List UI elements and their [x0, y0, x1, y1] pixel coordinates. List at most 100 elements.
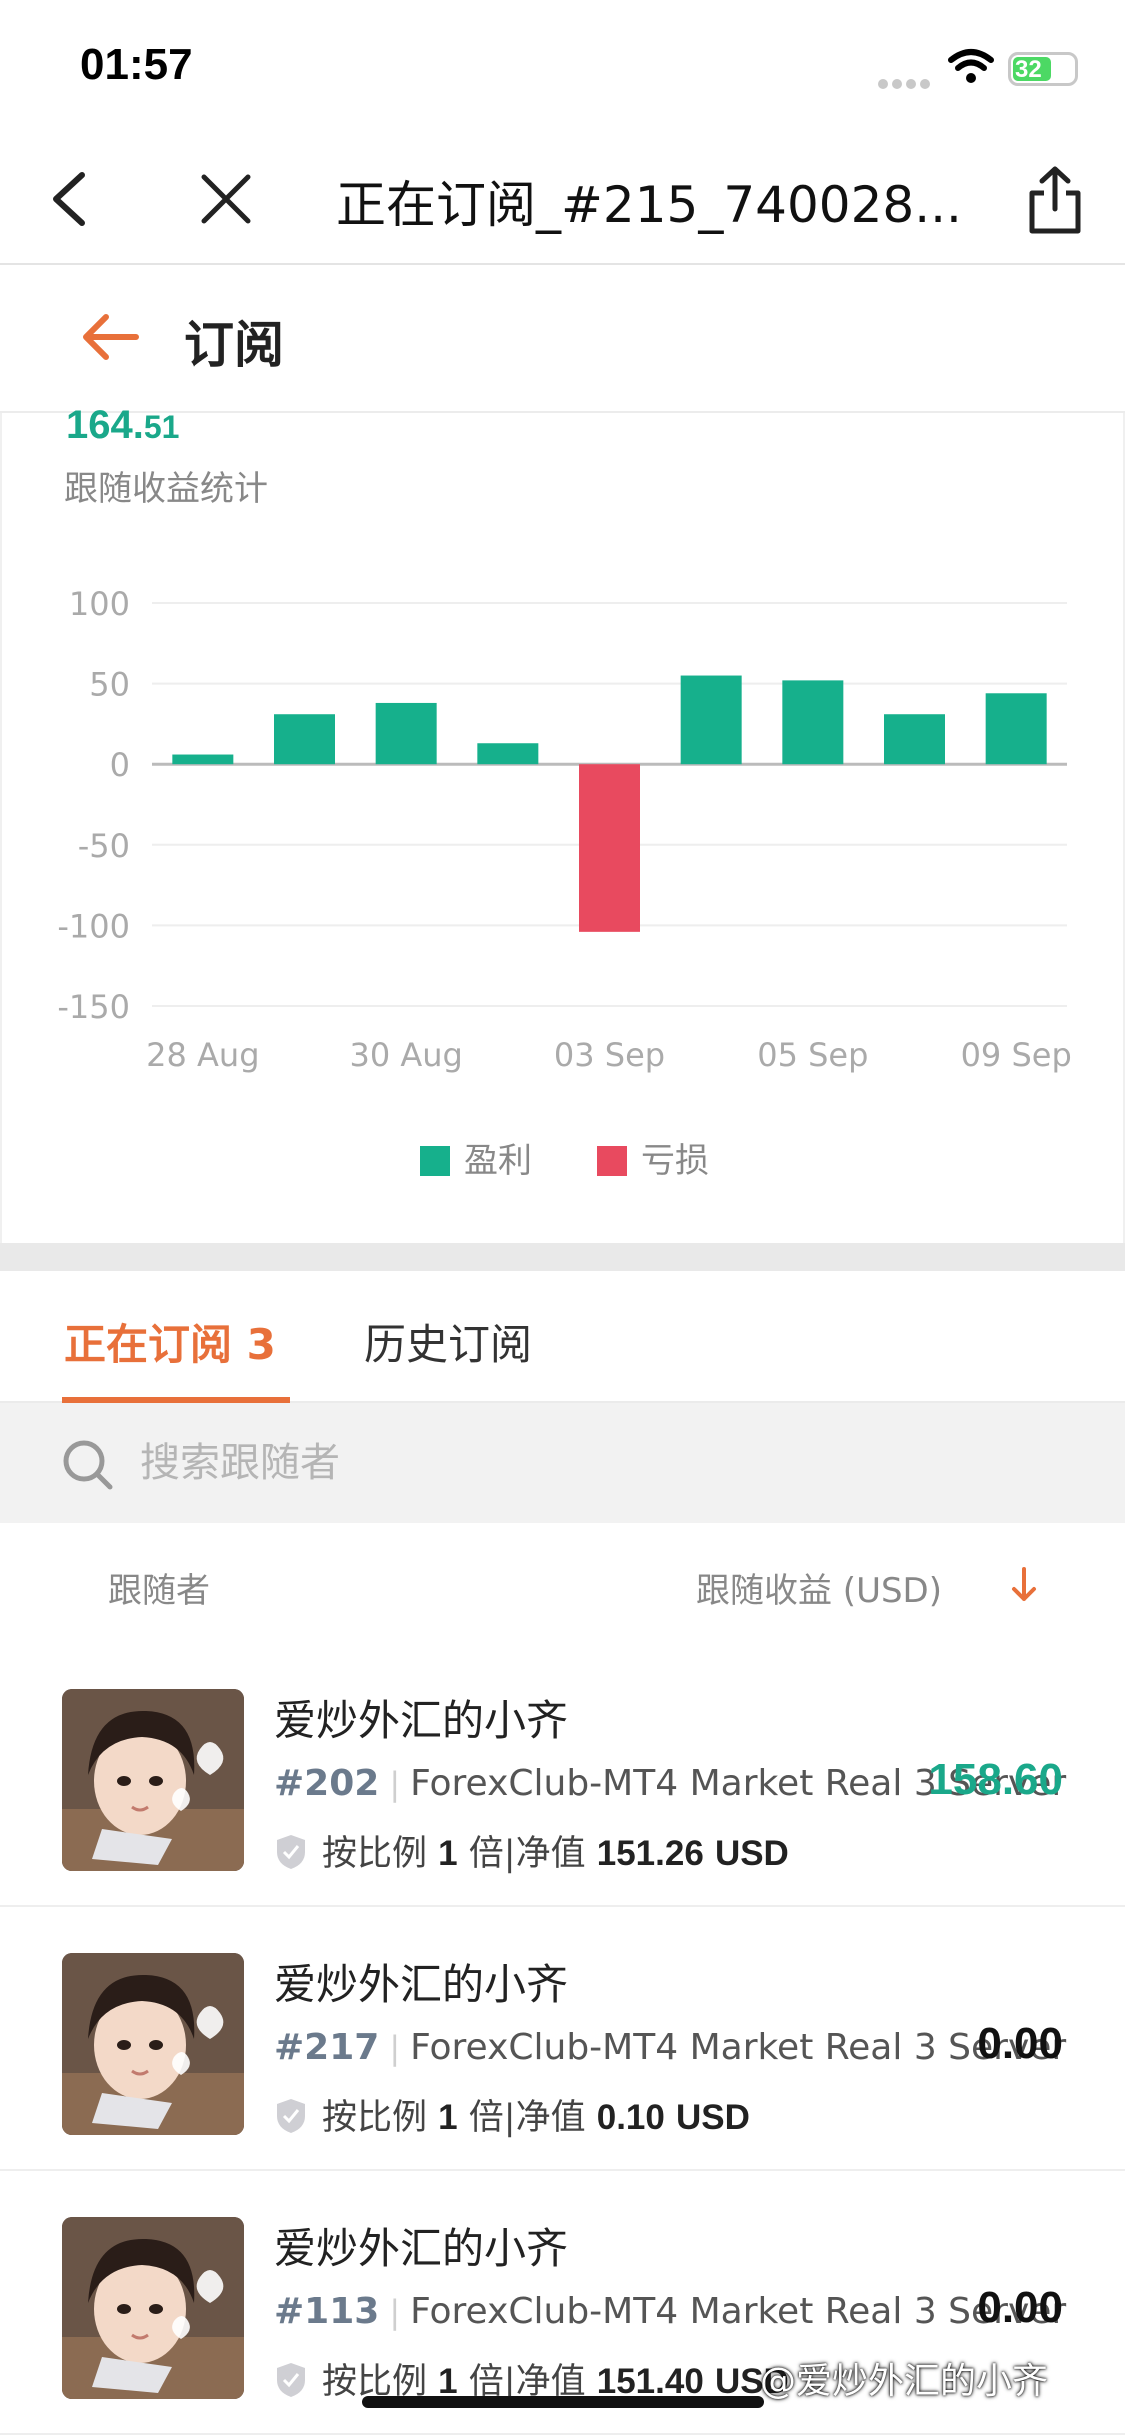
total-profit-dec: 51 [143, 409, 180, 445]
multiplier-unit: 倍 [468, 2098, 504, 2138]
legend-item-profit: 盈利 [419, 1133, 532, 1182]
equity-currency: USD [676, 2098, 750, 2137]
legend-swatch-loss [597, 1146, 628, 1176]
copy-multiplier: 1 [438, 1834, 458, 1873]
x-tick-label: 05 Sep [757, 1036, 868, 1074]
x-tick-label: 30 Aug [349, 1036, 462, 1074]
list-header: 跟随者 跟随收益 (USD) [0, 1523, 1125, 1643]
search-bar [0, 1403, 1125, 1523]
share-icon[interactable] [1020, 163, 1090, 239]
y-tick-label: 50 [89, 666, 130, 704]
chart-card: 164.51 跟随收益统计 100 50 0 -50 -100 -150 28 Aug 30 … [0, 403, 1125, 1243]
page: 01:57 32 正在订阅_#215_740028... 订阅 164.51 跟… [0, 0, 1125, 2436]
copy-multiplier: 1 [438, 2098, 458, 2137]
separator: | [503, 1834, 516, 1874]
separator: | [389, 2029, 401, 2067]
shield-icon [277, 1835, 305, 1869]
avatar [62, 1953, 244, 2135]
shield-icon [277, 2099, 305, 2133]
profit-bar [782, 680, 844, 765]
x-tick-label: 09 Sep [961, 1036, 1072, 1074]
profit-bar-chart: 100 50 0 -50 -100 -150 28 Aug 30 Aug 03 Sep 05 Se… [57, 585, 1072, 1074]
separator: | [389, 2293, 401, 2331]
list-item[interactable]: 爱炒外汇的小齐 #202 | ForexClub-MT4 Market Real 3… [0, 1643, 1125, 1907]
follower-detail-line: 按比例 1 倍|净值 0.10 USD [274, 2089, 750, 2140]
tab-current-subscriptions[interactable]: 正在订阅 3 [64, 1311, 276, 1372]
profit-bar [274, 714, 335, 765]
back-arrow-icon[interactable] [80, 309, 140, 365]
equity-value: 151.26 [596, 1834, 704, 1873]
follower-account-line: #217 | ForexClub-MT4 Market Real 3 Server [274, 2027, 1066, 2068]
equity-value: 0.10 [596, 2098, 665, 2137]
profit-bar [172, 754, 234, 765]
follower-detail-line: 按比例 1 倍|净值 151.26 USD [274, 1825, 789, 1876]
separator: | [389, 1765, 401, 1803]
y-tick-label: -100 [57, 907, 130, 945]
chart-subtitle: 跟随收益统计 [64, 469, 268, 509]
battery-icon: 32 [1008, 52, 1078, 86]
column-follower: 跟随者 [108, 1571, 210, 1611]
follower-name: 爱炒外汇的小齐 [274, 1696, 569, 1745]
avatar [62, 1689, 244, 1871]
profit-bar [884, 714, 945, 765]
status-time: 01:57 [80, 40, 193, 89]
profit-bar [985, 693, 1047, 765]
close-icon[interactable] [196, 169, 256, 229]
account-id: #217 [274, 2027, 380, 2068]
server-name: ForexClub-MT4 Market Real 3 Server [410, 2291, 1067, 2332]
account-id: #113 [274, 2291, 380, 2332]
x-tick-label: 03 Sep [554, 1036, 665, 1074]
profit-bar [477, 743, 539, 765]
loss-bar [579, 764, 640, 932]
avatar [62, 2217, 244, 2399]
page-title: 订阅 [184, 316, 284, 374]
profit-bar [375, 702, 437, 765]
profit-bar [680, 675, 742, 765]
home-indicator[interactable] [362, 2396, 764, 2408]
equity-currency: USD [714, 1834, 789, 1873]
tab-history-subscriptions[interactable]: 历史订阅 [364, 1311, 532, 1372]
follower-profit: 158.60 [928, 1755, 1063, 1804]
account-id: #202 [274, 1763, 380, 1804]
separator: | [503, 2098, 516, 2138]
search-input[interactable] [140, 1431, 1040, 1495]
shield-icon [277, 2363, 305, 2397]
browser-title: 正在订阅_#215_740028... [336, 176, 962, 234]
y-tick-label: -150 [57, 988, 130, 1026]
chart-legend: 盈利 亏损 [2, 1133, 1125, 1182]
legend-label-loss: 亏损 [641, 1141, 710, 1181]
multiplier-unit: 倍 [468, 1834, 504, 1874]
legend-item-loss: 亏损 [597, 1133, 709, 1182]
battery-level: 32 [1015, 56, 1042, 83]
server-name: ForexClub-MT4 Market Real 3 Server [410, 2027, 1067, 2068]
y-tick-label: 100 [69, 585, 130, 623]
follower-profit: 0.00 [977, 2019, 1063, 2068]
search-icon [63, 1440, 113, 1490]
subscription-tabs: 正在订阅 3 历史订阅 [0, 1271, 1125, 1403]
page-header: 订阅 [0, 265, 1125, 413]
follower-list: 爱炒外汇的小齐 #202 | ForexClub-MT4 Market Real 3… [0, 1643, 1125, 2435]
equity-label: 净值 [515, 2098, 586, 2138]
y-tick-label: 0 [110, 746, 130, 784]
x-tick-label: 28 Aug [146, 1036, 259, 1074]
column-profit[interactable]: 跟随收益 (USD) [696, 1563, 942, 1612]
follower-name: 爱炒外汇的小齐 [274, 2224, 569, 2273]
back-icon[interactable] [42, 167, 102, 231]
sort-desc-icon[interactable] [1008, 1565, 1040, 1605]
follower-account-line: #113 | ForexClub-MT4 Market Real 3 Server [274, 2291, 1066, 2332]
follower-name: 爱炒外汇的小齐 [274, 1960, 569, 2009]
y-tick-label: -50 [78, 827, 130, 865]
wifi-icon [948, 49, 994, 83]
legend-label-profit: 盈利 [463, 1141, 532, 1181]
list-item[interactable]: 爱炒外汇的小齐 #217 | ForexClub-MT4 Market Real 3… [0, 1907, 1125, 2171]
total-profit: 164.51 [66, 403, 179, 448]
watermark: @爱炒外汇的小齐 [760, 2361, 1049, 2402]
legend-swatch-profit [419, 1146, 450, 1176]
total-profit-int: 164. [66, 403, 144, 447]
follower-profit: 0.00 [977, 2283, 1063, 2332]
status-bar: 01:57 32 [0, 0, 1125, 135]
browser-navbar: 正在订阅_#215_740028... [0, 135, 1125, 265]
equity-label: 净值 [515, 1834, 586, 1874]
copy-mode: 按比例 [322, 2098, 428, 2138]
signal-icon [878, 74, 934, 89]
